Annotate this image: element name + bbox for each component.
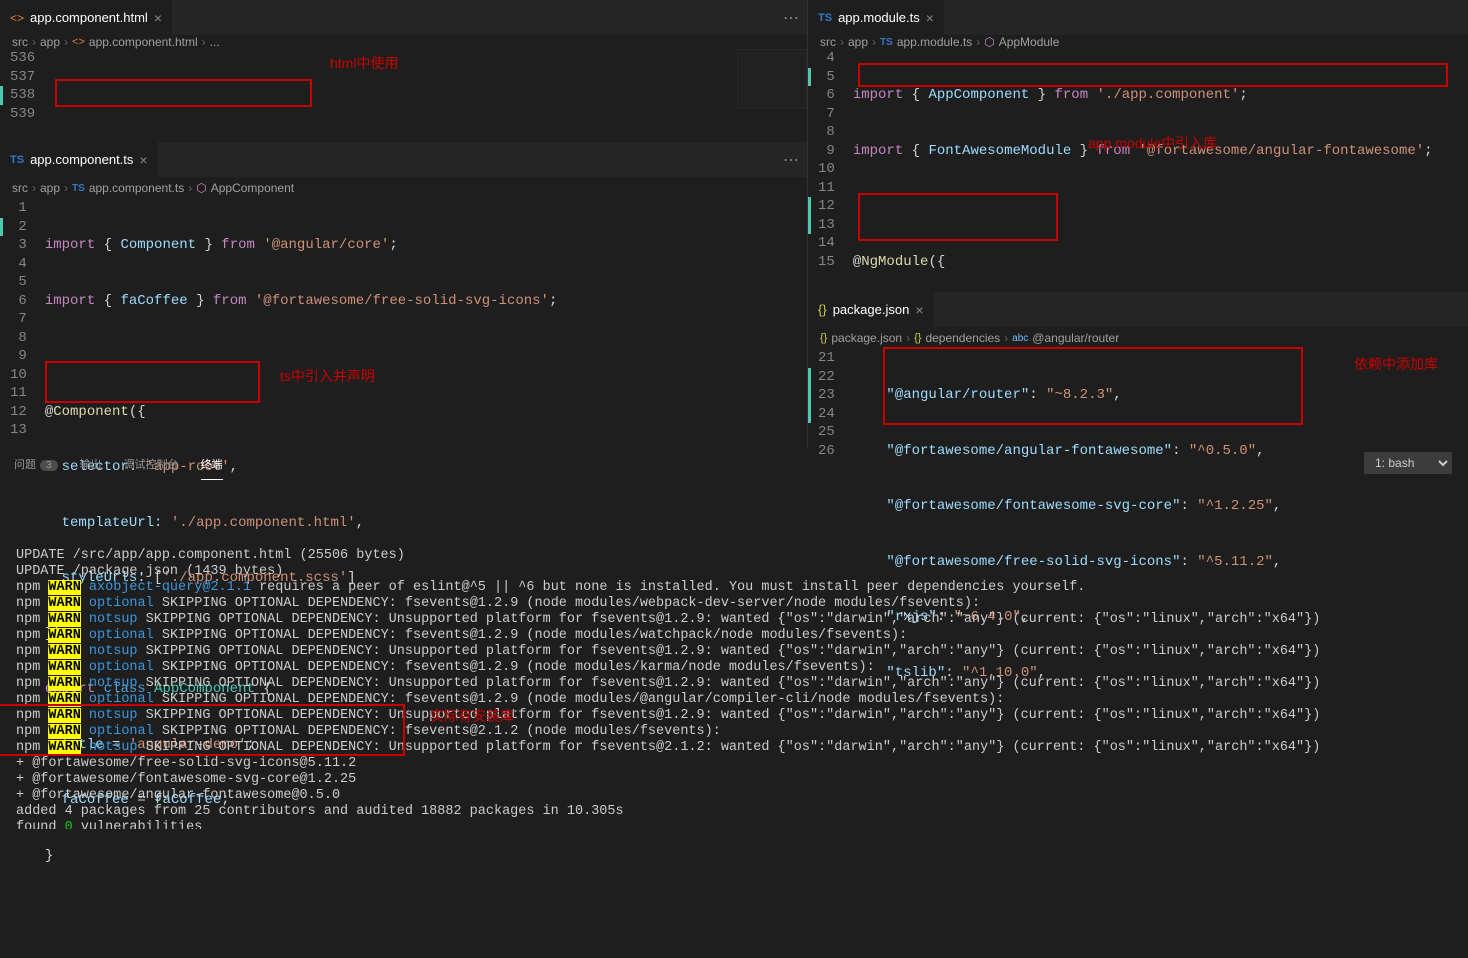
tab-label: app.component.html bbox=[30, 10, 148, 25]
panel-tab-output[interactable]: 输出 bbox=[80, 456, 102, 472]
breadcrumb-item[interactable]: app.component.html bbox=[89, 35, 198, 49]
tab-label: app.component.ts bbox=[30, 152, 133, 167]
panel-tab-terminal[interactable]: 终端 bbox=[201, 456, 223, 472]
ts-file-icon: TS bbox=[818, 12, 832, 24]
close-icon[interactable]: × bbox=[926, 10, 934, 26]
panel-tab-debug[interactable]: 调试控制台 bbox=[124, 456, 179, 472]
breadcrumb-item[interactable]: AppModule bbox=[999, 35, 1060, 49]
breadcrumb-item[interactable]: ... bbox=[210, 35, 220, 49]
tab-app-component-html[interactable]: <> app.component.html × bbox=[0, 0, 172, 35]
breadcrumb-item[interactable]: AppComponent bbox=[211, 181, 294, 195]
more-actions-icon[interactable]: ⋯ bbox=[783, 150, 799, 170]
breadcrumb-item[interactable]: dependencies bbox=[925, 331, 1000, 345]
class-icon: ⬡ bbox=[984, 35, 994, 49]
ts-file-icon: TS bbox=[72, 183, 85, 194]
json-brace-icon: {} bbox=[914, 332, 921, 344]
ts-file-icon: TS bbox=[10, 154, 24, 166]
minimap[interactable] bbox=[737, 49, 807, 109]
problems-badge: 3 bbox=[40, 460, 58, 471]
close-icon[interactable]: × bbox=[139, 152, 147, 168]
tab-app-component-ts[interactable]: TS app.component.ts × bbox=[0, 142, 158, 177]
breadcrumb-item[interactable]: @angular/router bbox=[1032, 331, 1119, 345]
editor-pane-html: <> app.component.html × ⋯ src› app› <> a… bbox=[0, 0, 807, 142]
more-actions-icon[interactable]: ⋯ bbox=[783, 8, 799, 28]
breadcrumb-item[interactable]: package.json bbox=[831, 331, 902, 345]
tab-bar: TS app.module.ts × bbox=[808, 0, 1468, 35]
breadcrumb-item[interactable]: src bbox=[12, 35, 28, 49]
close-icon[interactable]: × bbox=[915, 302, 923, 318]
string-icon: abc bbox=[1012, 333, 1028, 344]
breadcrumb-item[interactable]: app bbox=[848, 35, 868, 49]
tab-bar: {} package.json × bbox=[808, 292, 1468, 327]
json-file-icon: {} bbox=[818, 302, 827, 317]
tab-bar: <> app.component.html × ⋯ bbox=[0, 0, 807, 35]
json-file-icon: {} bbox=[820, 332, 827, 344]
editor-pane-module: TS app.module.ts × src› app› TS app.modu… bbox=[808, 0, 1468, 292]
breadcrumb-item[interactable]: src bbox=[820, 35, 836, 49]
tab-label: app.module.ts bbox=[838, 10, 920, 25]
panel-tab-problems[interactable]: 问题3 bbox=[14, 456, 58, 472]
bottom-panel: 问题3 输出 调试控制台 终端 1: bash 实际有安装库 UPDATE /s… bbox=[0, 447, 1468, 829]
breadcrumb[interactable]: src› app› TS app.module.ts› ⬡ AppModule bbox=[808, 35, 1468, 49]
class-icon: ⬡ bbox=[196, 181, 206, 195]
terminal-body[interactable]: 实际有安装库 UPDATE /src/app/app.component.htm… bbox=[0, 480, 1468, 829]
tab-bar: TS app.component.ts × ⋯ bbox=[0, 142, 807, 177]
ts-file-icon: TS bbox=[880, 37, 893, 48]
breadcrumb-item[interactable]: app bbox=[40, 181, 60, 195]
tab-package-json[interactable]: {} package.json × bbox=[808, 292, 934, 327]
breadcrumb-item[interactable]: app.component.ts bbox=[89, 181, 184, 195]
breadcrumb-item[interactable]: src bbox=[12, 181, 28, 195]
breadcrumb-item[interactable]: app.module.ts bbox=[897, 35, 972, 49]
breadcrumb[interactable]: {} package.json› {} dependencies› abc @a… bbox=[808, 327, 1468, 349]
tab-app-module-ts[interactable]: TS app.module.ts × bbox=[808, 0, 944, 35]
panel-tabs: 问题3 输出 调试控制台 终端 1: bash bbox=[0, 448, 1468, 480]
close-icon[interactable]: × bbox=[154, 10, 162, 26]
tab-label: package.json bbox=[833, 302, 910, 317]
html-file-icon: <> bbox=[10, 11, 24, 25]
breadcrumb-item[interactable]: app bbox=[40, 35, 60, 49]
html-file-icon: <> bbox=[72, 36, 85, 48]
breadcrumb[interactable]: src› app› <> app.component.html› ... bbox=[0, 35, 807, 49]
breadcrumb[interactable]: src› app› TS app.component.ts› ⬡ AppComp… bbox=[0, 177, 807, 199]
terminal-selector[interactable]: 1: bash bbox=[1364, 452, 1452, 474]
